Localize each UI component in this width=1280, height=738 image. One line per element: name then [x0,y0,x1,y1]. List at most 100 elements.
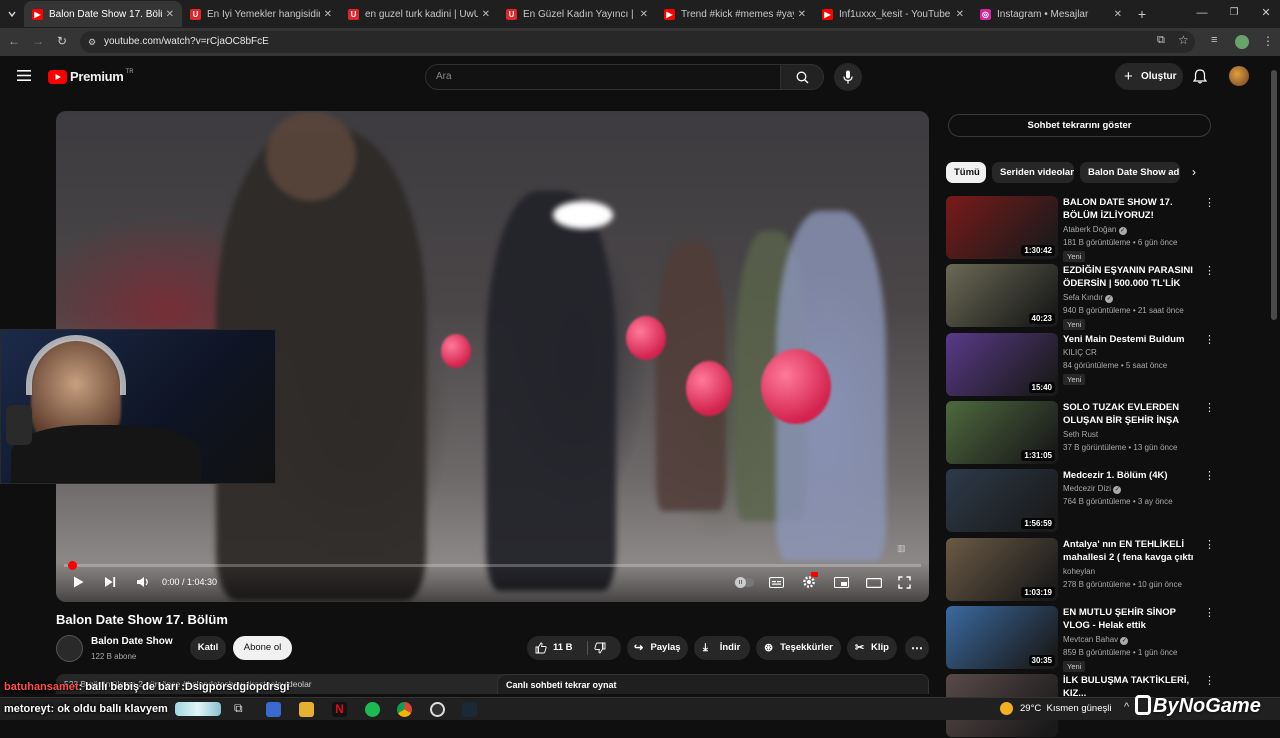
search-input[interactable]: Ara [425,64,781,90]
video-thumbnail[interactable]: 1:31:05 [946,400,1058,464]
miniplayer-button[interactable] [834,577,849,588]
thanks-button[interactable]: ⊛ Teşekkürler [756,636,841,660]
share-button[interactable]: ↪ Paylaş [627,636,688,660]
progress-scrubber[interactable] [68,561,77,570]
live-chat-replay-header[interactable]: Canlı sohbeti tekrar oynat [497,674,929,694]
reload-icon[interactable]: ↻ [57,34,67,48]
filter-chip[interactable]: Balon Date Show adlı [1080,162,1180,183]
search-button[interactable] [780,64,824,90]
taskbar-netflix-icon[interactable]: N [332,702,347,717]
video-title[interactable]: BALON DATE SHOW 17. BÖLÜM İZLİYORUZ! [1063,196,1201,222]
join-button[interactable]: Katıl [190,636,226,660]
window-minimize-icon[interactable]: — [1188,0,1216,26]
taskbar-steam-icon[interactable] [462,702,477,717]
browser-tab[interactable]: ▶ Balon Date Show 17. Bölüm - YouTube ✕ [24,1,182,27]
browser-tab[interactable]: Uen guzel turk kadini | UwUFUFU ✕ [340,1,498,27]
like-button[interactable]: 11 B [535,636,573,660]
play-button[interactable] [73,576,84,588]
channel-name[interactable]: Balon Date Show [91,636,173,647]
taskbar-spotify-icon[interactable] [365,702,380,717]
settings-button[interactable] [802,572,818,589]
taskbar-chrome-icon[interactable] [397,702,412,717]
profile-avatar[interactable] [1235,35,1249,49]
video-channel[interactable]: Seth Rust [1063,430,1098,439]
media-controls-icon[interactable]: ≡ [1211,34,1217,46]
notifications-bell-icon[interactable] [1193,69,1207,84]
video-title[interactable]: SOLO TUZAK EVLERDEN OLUŞAN BİR ŞEHİR İNŞ… [1063,401,1201,428]
browser-tab[interactable]: U En Güzel Kadın Yayıncı | UwUFUFU ✕ [498,1,656,27]
video-menu-icon[interactable]: ⋮ [1204,196,1215,209]
video-menu-icon[interactable]: ⋮ [1204,264,1215,277]
window-close-icon[interactable]: ✕ [1252,0,1280,26]
tray-overflow-chevron-icon[interactable]: ^ [1124,701,1129,713]
recommended-video[interactable]: 40:23 EZDİĞİN EŞYANIN PARASINI ÖDERSİN | … [946,264,1215,331]
video-title[interactable]: Medcezir 1. Bölüm (4K) [1063,469,1201,482]
video-thumbnail[interactable]: 1:03:19 [946,537,1058,601]
taskbar-obs-icon[interactable] [430,702,445,717]
video-title[interactable]: Antalya' nın EN TEHLİKELİ mahallesi 2 ( … [1063,538,1201,565]
more-actions-button[interactable]: ⋯ [905,636,929,660]
new-tab-icon[interactable]: + [1130,1,1154,27]
video-title[interactable]: Yeni Main Destemi Buldum [1063,333,1201,346]
recommended-video[interactable]: 1:30:42 BALON DATE SHOW 17. BÖLÜM İZLİYOR… [946,196,1215,262]
video-channel[interactable]: Sefa Kındır ✓ [1063,293,1114,304]
video-menu-icon[interactable]: ⋮ [1204,674,1215,687]
voice-search-button[interactable] [834,63,862,91]
video-menu-icon[interactable]: ⋮ [1204,333,1215,346]
browser-tab[interactable]: ◎ Instagram • Mesajlar ✕ [972,1,1130,27]
recommended-video[interactable]: 15:40 Yeni Main Destemi Buldum KILIÇ CR 84 … [946,332,1215,397]
filter-chip[interactable]: Seriden videolar [992,162,1074,183]
video-channel[interactable]: koheylan [1063,567,1095,576]
tab-close-icon[interactable]: ✕ [640,9,648,20]
dislike-button[interactable] [594,642,606,654]
video-thumbnail[interactable]: 1:56:59 [946,469,1058,533]
video-title[interactable]: EN MUTLU ŞEHİR SİNOP VLOG - Helak ettik [1063,606,1201,632]
video-channel[interactable]: Medcezir Dizi ✓ [1063,484,1122,495]
download-button[interactable]: ⤓ İndir [694,636,750,660]
weather-text[interactable]: 29°C Kısmen güneşli [1020,703,1111,714]
volume-button[interactable] [136,576,150,588]
chips-next-chevron-icon[interactable]: › [1192,165,1196,179]
next-button[interactable] [104,576,116,588]
video-menu-icon[interactable]: ⋮ [1204,401,1215,414]
filter-chip[interactable]: Tümü [946,162,986,183]
browser-tab[interactable]: U En İyi Yemekler hangisidir | UwUFUFU ✕ [182,1,340,27]
show-chat-replay-button[interactable]: Sohbet tekrarını göster [948,114,1211,137]
video-channel[interactable]: KILIÇ CR [1063,348,1097,357]
subscribe-button[interactable]: Abone ol [233,636,292,660]
clip-button[interactable]: ✂ Klip [847,636,897,660]
account-avatar[interactable] [1229,66,1249,86]
browser-tab[interactable]: ▶ Trend #kick #memes #yayıncılar ✕ [656,1,814,27]
bookmark-star-icon[interactable]: ☆ [1178,33,1189,47]
taskbar-task-view-icon[interactable]: ⧉ [234,701,243,716]
create-button[interactable]: + Oluştur [1115,63,1183,90]
theater-mode-button[interactable] [866,578,882,588]
progress-bar[interactable] [64,561,921,570]
hamburger-menu-icon[interactable] [17,70,31,81]
video-thumbnail[interactable]: 40:23 [946,264,1058,328]
install-app-icon[interactable]: ⧉ [1157,34,1165,47]
browser-menu-icon[interactable]: ⋮ [1262,34,1274,48]
video-title[interactable]: EZDİĞİN EŞYANIN PARASINI ÖDERSİN | 500.0… [1063,264,1201,291]
url-field[interactable]: ⚙ youtube.com/watch?v=rCjaOC8bFcE [80,31,1195,53]
back-icon[interactable]: ← [8,34,20,48]
tab-close-icon[interactable]: ✕ [482,9,490,20]
video-thumbnail[interactable]: 15:40 [946,332,1058,396]
recommended-video[interactable]: 1:56:59 Medcezir 1. Bölüm (4K) Medcezir Di… [946,469,1215,533]
tab-close-icon[interactable]: ✕ [166,9,174,20]
video-thumbnail[interactable]: 30:35 [946,605,1058,669]
recommended-video[interactable]: 1:03:19 Antalya' nın EN TEHLİKELİ mahalle… [946,537,1215,602]
autoplay-toggle[interactable]: ıı [734,577,754,588]
video-channel[interactable]: Ataberk Doğan ✓ [1063,225,1127,235]
recommended-video[interactable]: 1:31:05 SOLO TUZAK EVLERDEN OLUŞAN BİR ŞE… [946,400,1215,465]
tab-close-icon[interactable]: ✕ [798,9,806,20]
tab-search-chevron-icon[interactable] [0,1,24,27]
tab-close-icon[interactable]: ✕ [956,9,964,20]
video-channel[interactable]: Mevtcan Bahav ✓ [1063,635,1129,645]
tab-close-icon[interactable]: ✕ [324,9,332,20]
video-menu-icon[interactable]: ⋮ [1204,469,1215,482]
youtube-logo[interactable]: Premium TR [48,69,134,84]
taskbar-explorer-icon[interactable] [299,702,314,717]
fullscreen-button[interactable] [898,576,911,589]
taskbar-store-icon[interactable] [266,702,281,717]
